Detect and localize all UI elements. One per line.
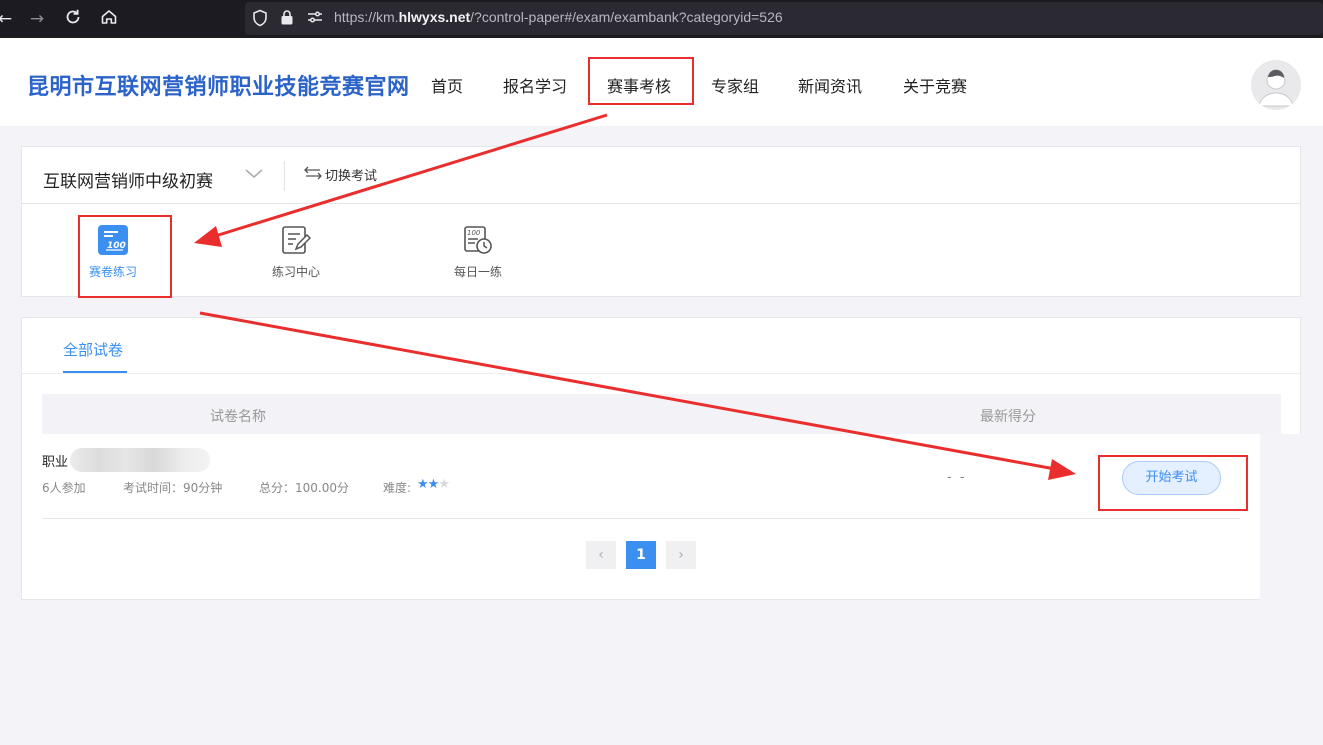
address-bar[interactable]: https://km.hlwyxs.net/?control-paper#/ex…: [245, 2, 1323, 35]
back-arrow-icon[interactable]: ←: [0, 8, 16, 30]
home-icon[interactable]: [98, 8, 120, 30]
difficulty-label: 难度:: [383, 481, 412, 495]
chevron-down-icon[interactable]: [244, 165, 264, 181]
switch-exam-label: 切换考试: [325, 169, 378, 184]
star-filled-icon: ★: [417, 477, 429, 492]
paper-title[interactable]: 职业: [42, 451, 68, 470]
nav-item-expert-group[interactable]: 专家组: [711, 73, 759, 97]
current-exam-name[interactable]: 互联网营销师中级初赛: [43, 167, 213, 192]
daily-clock-icon[interactable]: 100: [463, 225, 493, 255]
table-row: 职业 6人参加 考试时间：90分钟 总分：100.00分 难度: ★★★ - -…: [42, 434, 1240, 519]
star-filled-icon: ★: [427, 477, 440, 492]
pagination-prev-button[interactable]: ‹: [586, 541, 616, 569]
pagination-next-button[interactable]: ›: [666, 541, 696, 569]
annotation-box-tool: [78, 215, 172, 298]
latest-score: - -: [947, 470, 967, 485]
forward-arrow-icon[interactable]: →: [26, 8, 48, 30]
redacted-title-blur: [70, 448, 210, 472]
exam-duration: 考试时间：90分钟: [123, 481, 223, 495]
exam-selector-card: 互联网营销师中级初赛 切换考试: [21, 146, 1301, 297]
user-avatar-icon: [1258, 69, 1294, 107]
exam-selector-bar: 互联网营销师中级初赛 切换考试: [22, 147, 1300, 204]
site-title[interactable]: 昆明市互联网营销师职业技能竞赛官网: [27, 69, 410, 101]
nav-item-signup-study[interactable]: 报名学习: [503, 73, 567, 97]
reload-icon[interactable]: [62, 8, 84, 30]
divider: [284, 161, 285, 191]
user-avatar[interactable]: [1251, 60, 1301, 110]
table-header: 试卷名称 最新得分: [42, 394, 1281, 434]
tool-practice-center-label[interactable]: 练习中心: [272, 263, 320, 280]
column-header-score: 最新得分: [980, 409, 1036, 425]
column-header-name: 试卷名称: [210, 409, 266, 425]
nav-item-about[interactable]: 关于竞赛: [903, 73, 967, 97]
svg-text:100: 100: [467, 229, 481, 237]
participants-count: 6人参加: [42, 481, 86, 495]
practice-edit-icon[interactable]: [281, 225, 311, 255]
difficulty-stars: ★★★: [417, 477, 450, 492]
site-permissions-icon[interactable]: [305, 9, 325, 29]
total-score: 总分：100.00分: [259, 481, 349, 495]
pagination-page-1[interactable]: 1: [626, 541, 656, 569]
tab-divider: [22, 373, 1300, 374]
annotation-box-nav: [588, 57, 694, 105]
shield-icon[interactable]: [250, 9, 270, 29]
swap-icon: [304, 166, 322, 180]
tool-daily-practice-label[interactable]: 每日一练: [454, 263, 502, 280]
url-text[interactable]: https://km.hlwyxs.net/?control-paper#/ex…: [334, 9, 783, 25]
nav-item-home[interactable]: 首页: [431, 73, 463, 97]
row-side-gap: [1260, 434, 1301, 600]
browser-toolbar: ← → https://km.hlwyxs.net/?control-paper…: [0, 0, 1323, 38]
tab-all-papers[interactable]: 全部试卷: [63, 339, 123, 360]
switch-exam-button[interactable]: 切换考试: [303, 165, 377, 184]
star-empty-icon: ★: [438, 477, 450, 492]
annotation-box-start: [1098, 455, 1248, 511]
nav-item-news[interactable]: 新闻资讯: [798, 73, 862, 97]
lock-icon[interactable]: [277, 9, 297, 29]
